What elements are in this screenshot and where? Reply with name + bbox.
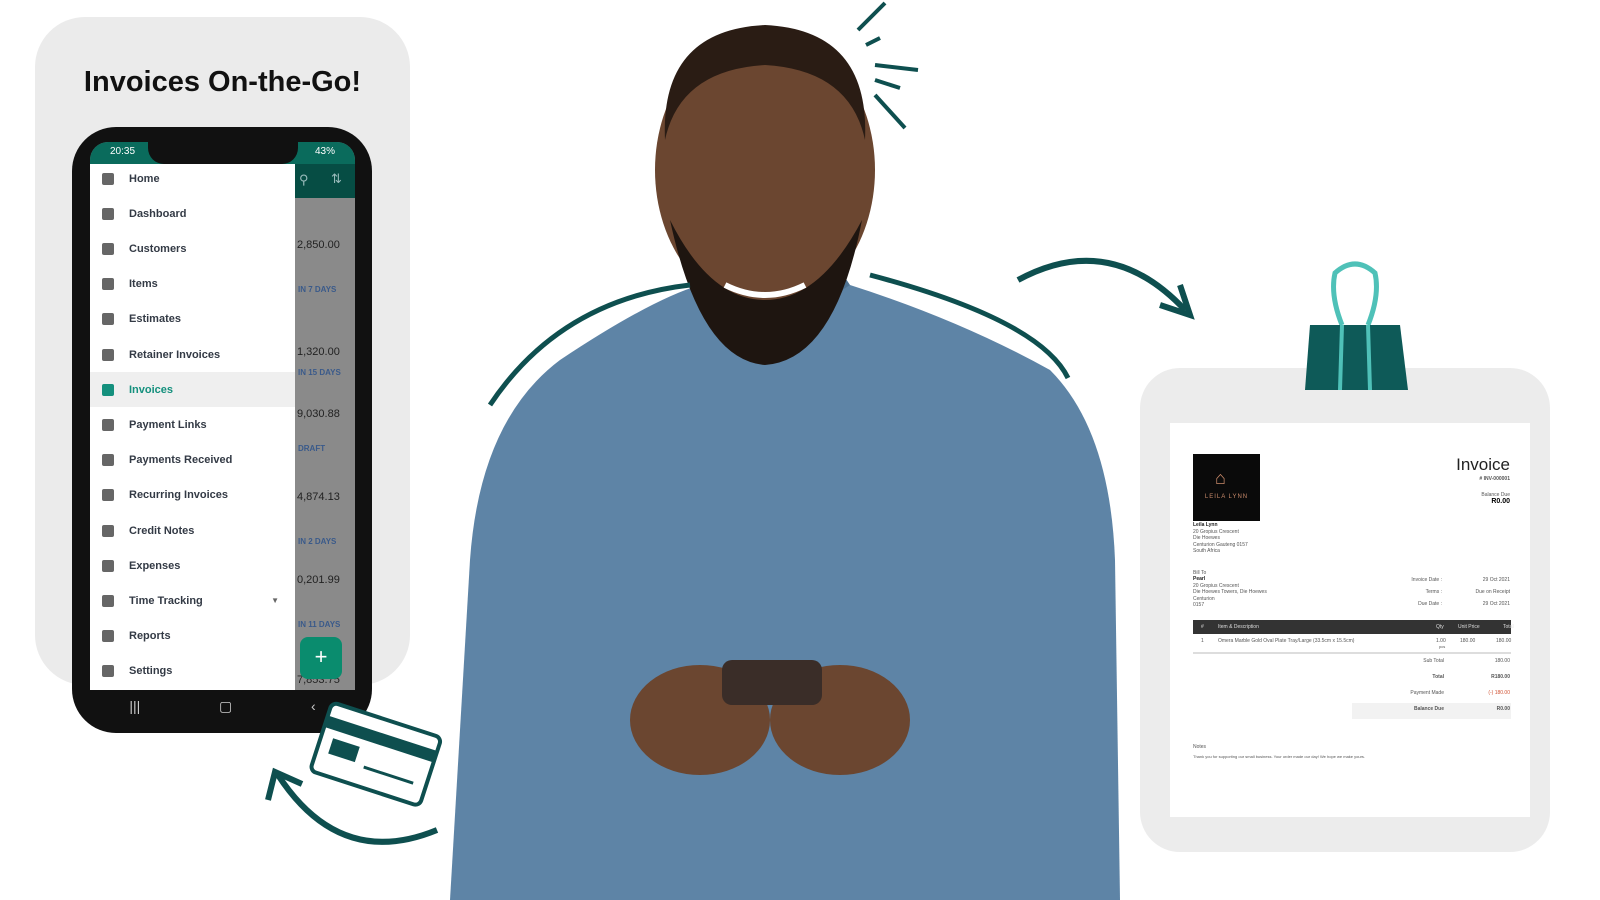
cell-total: 180.00: [1496, 638, 1512, 644]
address-line: Die Hoewes Towers, Die Hoewes: [1193, 589, 1267, 595]
invoice-number: # INV-000001: [1479, 476, 1510, 482]
cell-desc: Omera Marble Gold Oval Plate Tray/Large …: [1218, 638, 1355, 644]
cell-unit: pcs: [1439, 644, 1446, 649]
column-header: Unit Price: [1458, 624, 1480, 630]
man-photo: [450, 25, 1120, 900]
total-value: (-) 180.00: [1488, 690, 1510, 696]
meta-value: 29 Oct 2021: [1482, 577, 1510, 583]
total-label: Total: [1432, 674, 1444, 680]
column-header: #: [1201, 624, 1204, 630]
invoice-document: ⌂ LEILA LYNN Invoice # INV-000001 Balanc…: [1170, 423, 1530, 817]
column-header: Total: [1503, 624, 1514, 630]
total-value: R180.00: [1491, 674, 1510, 680]
invoice-title: Invoice: [1456, 455, 1510, 474]
notes-label: Notes: [1193, 744, 1207, 750]
total-label: Payment Made: [1410, 690, 1444, 696]
logo-text: LEILA LYNN: [1204, 494, 1249, 500]
binder-clip-icon: [1305, 261, 1408, 391]
balance-due-value: R0.00: [1491, 498, 1510, 505]
address-line: 0157: [1193, 602, 1205, 608]
column-header: Qty: [1436, 624, 1444, 630]
from-address: Leila Lynn 20 Gropius Crescent Die Hoewes C…: [1193, 522, 1248, 555]
column-header: Item & Description: [1218, 624, 1259, 630]
credit-card-icon: [309, 701, 443, 807]
spark-lines: [856, 1, 919, 130]
total-value: 180.00: [1494, 658, 1510, 664]
cell-price: 180.00: [1460, 638, 1476, 644]
total-label: Balance Due: [1413, 706, 1444, 712]
company-logo: ⌂ LEILA LYNN: [1193, 454, 1260, 521]
address-line: South Africa: [1193, 548, 1220, 554]
meta-label: Due Date :: [1418, 601, 1442, 607]
meta-label: Terms :: [1425, 589, 1442, 595]
items-table-header: # Item & Description Qty Unit Price Total: [1193, 620, 1514, 634]
meta-value: Due on Receipt: [1475, 589, 1510, 595]
meta-label: Invoice Date :: [1411, 577, 1442, 583]
bill-to-address: Pearl 20 Gropius Crescent Die Hoewes Tower…: [1193, 576, 1267, 609]
cell-n: 1: [1201, 638, 1204, 644]
notes-text: Thank you for supporting our small busin…: [1193, 754, 1366, 759]
arrow-right: [1016, 257, 1188, 313]
total-label: Sub Total: [1423, 658, 1444, 664]
total-value: R0.00: [1496, 706, 1510, 712]
meta-value: 29 Oct 2021: [1482, 601, 1510, 607]
